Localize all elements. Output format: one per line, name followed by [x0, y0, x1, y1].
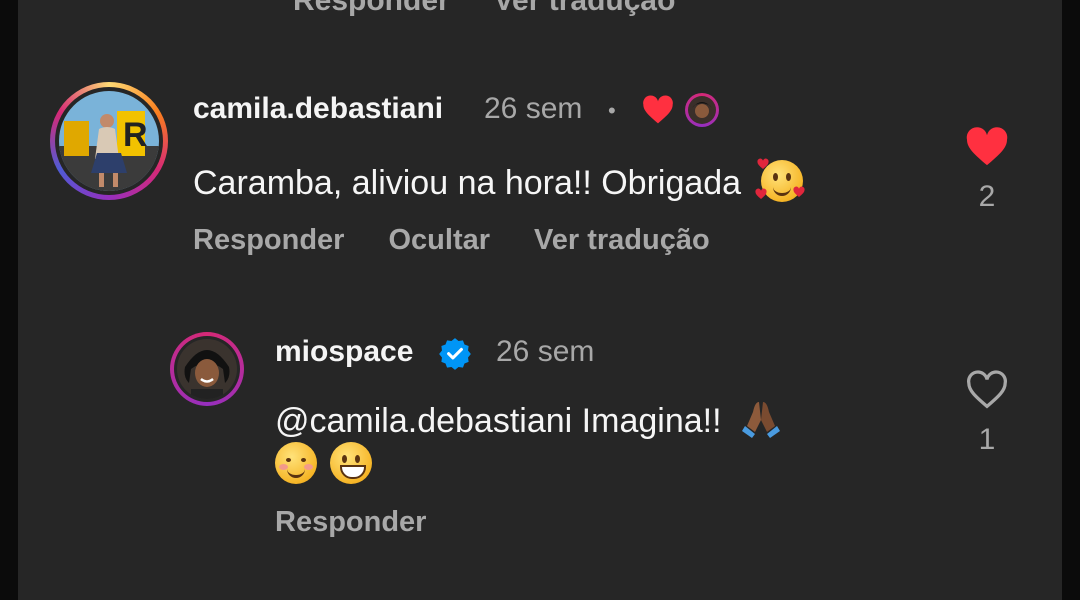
- reply-text-body: Imagina!!: [581, 402, 722, 440]
- creator-avatar: [685, 93, 719, 127]
- reply-actions: Responder: [275, 506, 426, 539]
- reply-time: 26 sem: [496, 335, 595, 368]
- comment-time: 26 sem: [484, 92, 583, 125]
- mention-link[interactable]: @camila.debastiani: [275, 402, 572, 440]
- reply-text: @camila.debastiani Imagina!!: [275, 396, 783, 441]
- smiling-face-icon: [275, 442, 317, 484]
- verified-badge-icon: [439, 338, 471, 370]
- folded-hands-icon: [741, 402, 780, 438]
- like-heart-filled-icon[interactable]: [965, 127, 1009, 167]
- comment-text: Caramba, aliviou na hora!! Obrigada: [193, 158, 805, 203]
- comment-camila: R camila.debastiani 26 sem • Caramba, al…: [18, 0, 1062, 290]
- avatar-photo: R: [59, 91, 159, 191]
- avatar-photo: [177, 339, 237, 399]
- comment-actions: Responder Ocultar Ver tradução: [193, 224, 710, 257]
- comment-miospace: miospace 26 sem @camila.debastiani Imagi…: [18, 300, 1062, 600]
- hide-button[interactable]: Ocultar: [388, 224, 490, 257]
- avatar[interactable]: R: [50, 82, 168, 200]
- reply-button[interactable]: Responder: [275, 506, 426, 539]
- creator-liked-heart-icon: [643, 95, 673, 124]
- like-count: 2: [978, 180, 996, 213]
- like-column: 2: [962, 127, 1012, 214]
- meta-separator: •: [608, 98, 616, 123]
- comments-panel: Responder Ver tradução R camila.debastia…: [18, 0, 1062, 600]
- like-count: 1: [978, 423, 996, 456]
- smiling-face-with-hearts-icon: [754, 158, 805, 202]
- avatar[interactable]: [170, 332, 244, 406]
- svg-text:R: R: [123, 116, 148, 154]
- like-heart-outline-icon[interactable]: [965, 370, 1009, 410]
- like-column: 1: [962, 370, 1012, 457]
- grinning-face-icon: [330, 442, 373, 484]
- comment-text-body: Caramba, aliviou na hora!! Obrigada: [193, 164, 742, 202]
- reply-emoji-line: [275, 442, 373, 485]
- reply-username[interactable]: miospace: [275, 335, 413, 369]
- comment-username[interactable]: camila.debastiani: [193, 92, 443, 126]
- translate-button[interactable]: Ver tradução: [534, 224, 710, 257]
- reply-button[interactable]: Responder: [193, 224, 344, 257]
